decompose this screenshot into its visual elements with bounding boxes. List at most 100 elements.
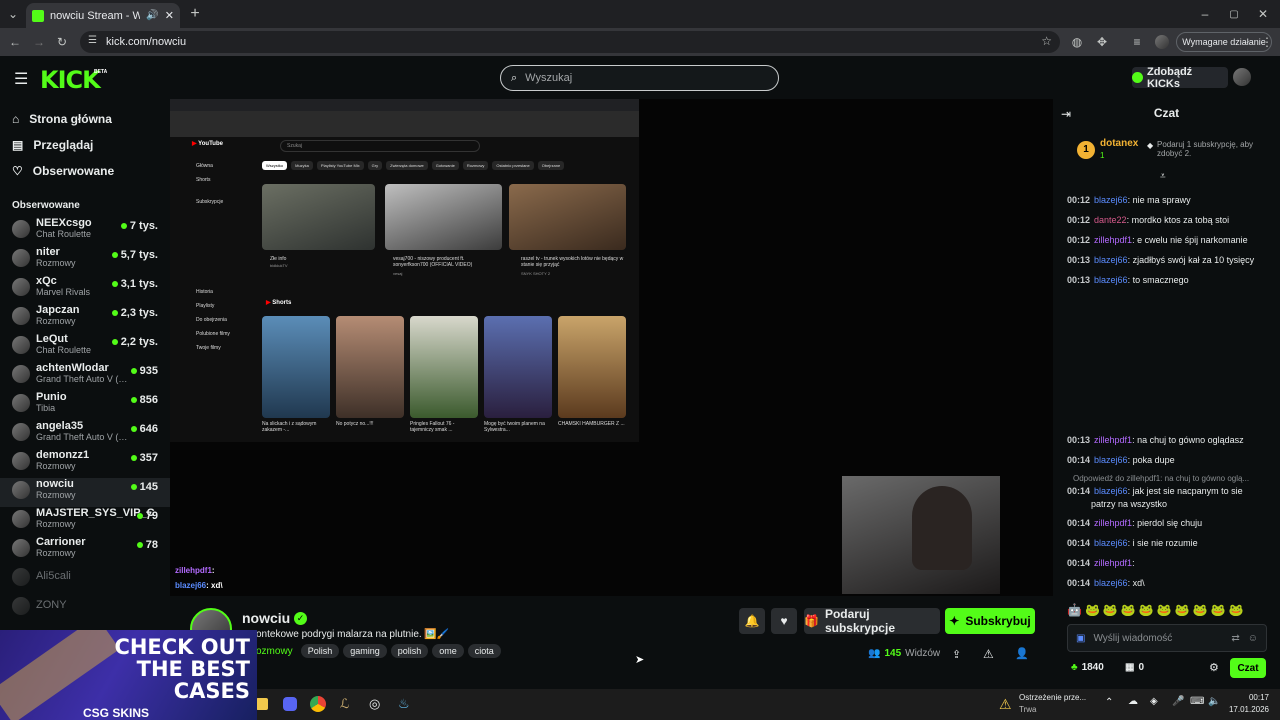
message-user[interactable]: blazej66 [1094, 486, 1128, 496]
tray-chevron-icon[interactable]: ⌃ [1105, 697, 1113, 708]
chat-settings-gear-icon[interactable]: ⚙ [1209, 661, 1219, 674]
emote-icon[interactable]: 🐸 [1157, 603, 1172, 617]
browser-tab[interactable]: nowciu Stream - Watch Live 🔊 ✕ [26, 3, 180, 28]
csgo-skins-ad[interactable]: CHECK OUT THE BEST CASES CSG SKINS [0, 630, 257, 720]
send-chat-button[interactable]: Czat [1230, 658, 1266, 678]
sidebar-channel[interactable]: Japczan Rozmowy 2,3 tys. [0, 304, 170, 333]
volume-icon[interactable]: 🔈 [1208, 696, 1220, 707]
emote-icon[interactable]: 🤖 [1067, 603, 1082, 617]
steam-icon[interactable]: ♨ [398, 696, 410, 712]
forward-arrow-icon[interactable]: → [30, 33, 48, 51]
clock-date[interactable]: 17.01.2026 [1222, 705, 1269, 714]
get-kicks-button[interactable]: Zdobądź KICKs [1132, 66, 1228, 90]
close-window-icon[interactable]: ✕ [1254, 5, 1272, 23]
file-explorer-icon[interactable] [256, 698, 268, 710]
microphone-icon[interactable]: 🎤 [1172, 696, 1184, 707]
tab-list-chevron-icon[interactable]: ⌄ [4, 5, 22, 23]
message-user[interactable]: zillehpdf1 [1094, 518, 1132, 528]
profile-avatar[interactable] [1155, 35, 1169, 49]
translate-icon[interactable]: ⇄ [1231, 633, 1239, 644]
message-user[interactable]: blazej66 [1094, 275, 1128, 285]
tab-audio-icon[interactable]: 🔊 [146, 10, 158, 21]
sidebar-channel[interactable]: demonzz1 Rozmowy 357 [0, 449, 170, 478]
follow-heart-button[interactable]: ♥ [771, 608, 797, 634]
emote-icon[interactable]: 🐸 [1175, 603, 1190, 617]
chrome-icon[interactable] [310, 696, 326, 712]
sidebar-offline-channel[interactable]: Ali5cali [0, 565, 170, 594]
subscribe-button[interactable]: ✦ Subskrybuj [945, 608, 1035, 634]
user-avatar[interactable] [1233, 68, 1251, 86]
media-icon[interactable]: ≡ [1128, 33, 1146, 51]
message-user[interactable]: blazej66 [1094, 455, 1128, 465]
site-info-icon[interactable]: ☰ [88, 35, 97, 46]
stream-category[interactable]: ozmowy [256, 646, 293, 657]
translate-icon[interactable]: ◍ [1068, 33, 1086, 51]
sidebar-channel[interactable]: Punio Tibia 856 [0, 391, 170, 420]
back-arrow-icon[interactable]: ← [6, 33, 24, 51]
emote-icon[interactable]: 🐸 [1085, 603, 1100, 617]
emote-icon[interactable]: 🐸 [1193, 603, 1208, 617]
message-user[interactable]: zillehpdf1 [1094, 235, 1132, 245]
channel-name[interactable]: nowciu [242, 610, 290, 626]
pinned-chevron-icon[interactable]: ⩡ [1160, 171, 1166, 182]
emote-icon[interactable]: 🐸 [1229, 603, 1244, 617]
sidebar-channel[interactable]: Carrioner Rozmowy 78 [0, 536, 170, 565]
app-icon[interactable]: ◎ [369, 696, 380, 712]
report-warning-icon[interactable]: ⚠ [983, 647, 994, 661]
tag[interactable]: ciota [467, 644, 501, 658]
message-user[interactable]: blazej66 [1094, 195, 1128, 205]
new-tab-plus-icon[interactable]: + [186, 5, 204, 23]
tag[interactable]: gaming [343, 644, 387, 658]
kick-logo[interactable]: KICK [40, 66, 101, 94]
emote-icon[interactable]: 🐸 [1103, 603, 1118, 617]
gifter-name[interactable]: dotanex [1100, 138, 1138, 149]
search-input[interactable]: ⌕ Wyszukaj [500, 65, 779, 91]
message-user[interactable]: blazej66 [1094, 255, 1128, 265]
extensions-icon[interactable]: ✥ [1093, 33, 1111, 51]
chat-input-emote-icon[interactable]: ▣ [1076, 633, 1085, 644]
tag[interactable]: polish [390, 644, 429, 658]
emoji-icon[interactable]: ☺ [1248, 633, 1258, 644]
notifications-bell-button[interactable]: 🔔 [739, 608, 765, 634]
share-icon[interactable]: ⇪ [952, 648, 961, 661]
sidebar-channel[interactable]: nowciu Rozmowy 145 [0, 478, 170, 507]
tag[interactable]: Polish [300, 644, 340, 658]
hamburger-menu-icon[interactable]: ☰ [14, 69, 28, 89]
channel-points[interactable]: ♣ 1840 [1071, 662, 1104, 673]
message-user[interactable]: zillehpdf1 [1094, 558, 1132, 568]
message-user[interactable]: zillehpdf1 [1094, 435, 1132, 445]
message-user[interactable]: dante22 [1094, 215, 1127, 225]
message-user[interactable]: blazej66 [1094, 538, 1128, 548]
message-user[interactable]: blazej66 [1094, 578, 1128, 588]
chrome-menu-icon[interactable]: ⋮ [1258, 33, 1276, 51]
gift-subs-button[interactable]: 🎁 Podaruj subskrypcje [804, 607, 940, 635]
tab-close-icon[interactable]: ✕ [165, 9, 174, 22]
bookmark-star-icon[interactable]: ☆ [1041, 34, 1052, 48]
clock-time[interactable]: 00:17 [1229, 693, 1269, 702]
steam-tray-icon[interactable]: ◈ [1150, 696, 1158, 707]
gift-count[interactable]: ▦ 0 [1125, 662, 1144, 673]
nav-browse[interactable]: ▤ Przeglądaj [0, 132, 170, 158]
sidebar-channel[interactable]: achtenWlodar Grand Theft Auto V (G... 935 [0, 362, 170, 391]
chat-input[interactable]: ▣ Wyślij wiadomość ⇄ ☺ [1067, 624, 1267, 652]
sidebar-channel[interactable]: angela35 Grand Theft Auto V (G... 646 [0, 420, 170, 449]
discord-icon[interactable] [283, 697, 297, 711]
maximize-icon[interactable]: ▢ [1225, 5, 1243, 23]
minimize-icon[interactable]: – [1196, 5, 1214, 23]
sidebar-channel[interactable]: niter Rozmowy 5,7 tys. [0, 246, 170, 275]
reload-icon[interactable]: ↻ [53, 33, 71, 51]
network-icon[interactable]: ⌨ [1190, 696, 1204, 707]
sidebar-channel[interactable]: NEEXcsgo Chat Roulette 7 tys. [0, 217, 170, 246]
nav-following[interactable]: ♡ Obserwowane [0, 158, 170, 184]
user-settings-icon[interactable]: 👤 [1015, 647, 1029, 660]
league-icon[interactable]: ℒ [340, 696, 349, 712]
sidebar-channel[interactable]: LeQut Chat Roulette 2,2 tys. [0, 333, 170, 362]
nav-home[interactable]: ⌂ Strona główna [0, 106, 170, 132]
tag[interactable]: ome [432, 644, 464, 658]
sidebar-channel[interactable]: xQc Marvel Rivals 3,1 tys. [0, 275, 170, 304]
emote-icon[interactable]: 🐸 [1139, 603, 1154, 617]
sidebar-offline-channel[interactable]: ZONY [0, 594, 170, 623]
sidebar-channel[interactable]: MAJSTER_SYS_VIP_C Rozmowy 79 [0, 507, 170, 536]
address-field[interactable]: ☰ kick.com/nowciu ☆ [80, 31, 1060, 53]
cloud-icon[interactable]: ☁ [1128, 696, 1138, 707]
